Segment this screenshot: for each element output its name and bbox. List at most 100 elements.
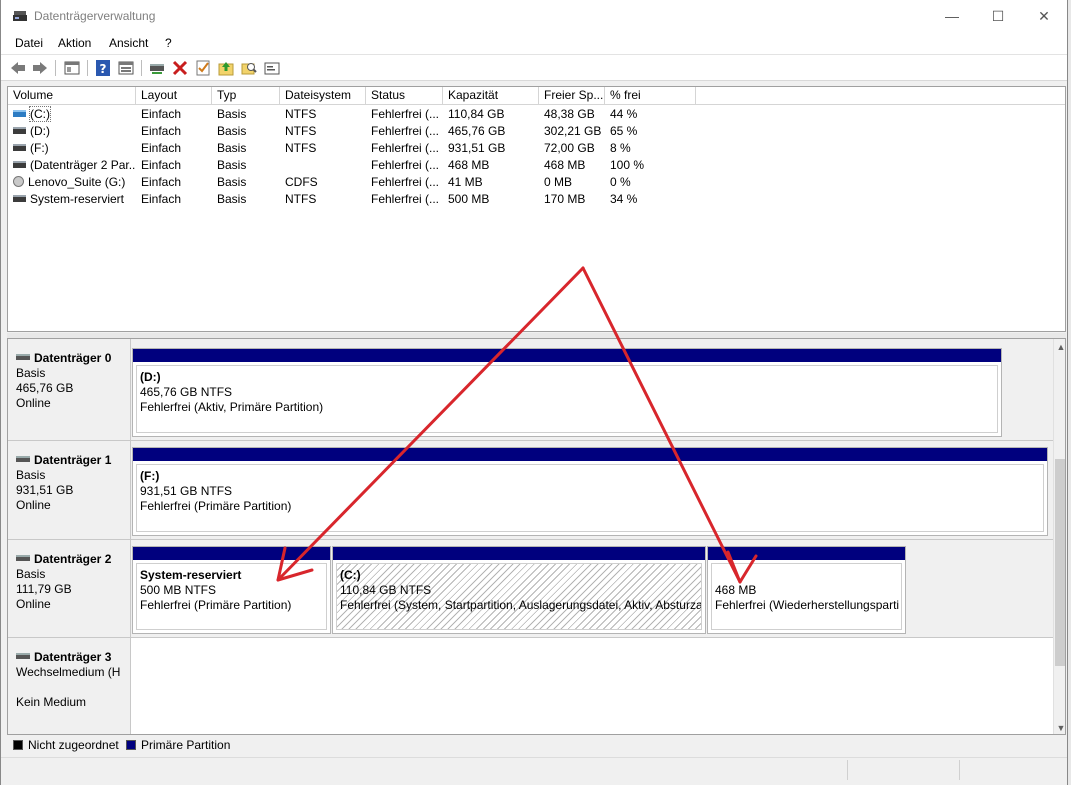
free-space-cell: 72,00 GB xyxy=(544,141,595,155)
layout-cell: Einfach xyxy=(141,158,182,172)
disk-type: Wechselmedium (H xyxy=(16,665,121,679)
back-icon[interactable] xyxy=(9,59,27,77)
capacity-cell: 468 MB xyxy=(448,158,490,172)
disk-2-label[interactable]: Datenträger 2 Basis 111,79 GB Online xyxy=(8,540,131,638)
partition-status: Fehlerfrei (Primäre Partition) xyxy=(140,499,292,513)
legend-unallocated-label: Nicht zugeordnet xyxy=(28,738,119,752)
column-header-prozent-frei[interactable]: % frei xyxy=(605,87,696,105)
table-row[interactable]: (Datenträger 2 Par... Einfach Basis Fehl… xyxy=(8,157,1065,174)
partition-status: Fehlerfrei (Primäre Partition) xyxy=(140,598,292,612)
menu-help[interactable]: ? xyxy=(165,36,172,50)
partition-status: Fehlerfrei (Wiederherstellungsparti xyxy=(715,598,900,612)
primary-volume-icon xyxy=(13,110,26,117)
volume-name: (D:) xyxy=(30,124,50,138)
partition-name: (D:) xyxy=(140,370,161,384)
free-space-cell: 302,21 GB xyxy=(544,124,602,138)
status-cell: Fehlerfrei (... xyxy=(371,141,440,155)
partition-d[interactable]: (D:) 465,76 GB NTFS Fehlerfrei (Aktiv, P… xyxy=(132,348,1002,437)
legend-primary-label: Primäre Partition xyxy=(141,738,231,752)
scrollbar-thumb[interactable] xyxy=(1055,459,1065,666)
disk-size: 931,51 GB xyxy=(16,483,74,497)
capacity-cell: 931,51 GB xyxy=(448,141,506,155)
vertical-scrollbar[interactable]: ▲ ▼ xyxy=(1053,339,1065,734)
properties-icon[interactable] xyxy=(117,59,135,77)
filesystem-cell: NTFS xyxy=(285,107,317,121)
status-cell: Fehlerfrei (... xyxy=(371,124,440,138)
volume-name: (F:) xyxy=(30,141,49,155)
delete-icon[interactable] xyxy=(171,59,189,77)
primary-partition-bar xyxy=(708,547,905,560)
primary-partition-bar xyxy=(333,547,705,560)
column-header-freier-speicher[interactable]: Freier Sp... xyxy=(539,87,605,105)
column-header-filler xyxy=(696,87,1065,105)
partition-recovery[interactable]: 468 MB Fehlerfrei (Wiederherstellungspar… xyxy=(707,546,906,634)
cd-drive-icon xyxy=(13,176,24,187)
table-row[interactable]: (D:) Einfach Basis NTFS Fehlerfrei (... … xyxy=(8,123,1065,140)
connect-icon[interactable] xyxy=(148,59,166,77)
status-segment xyxy=(959,760,960,780)
partition-size: 931,51 GB NTFS xyxy=(140,484,233,498)
scroll-up-icon[interactable]: ▲ xyxy=(1054,340,1065,354)
layout-cell: Einfach xyxy=(141,141,182,155)
disk-name: Datenträger 3 xyxy=(34,650,112,664)
disk-type: Basis xyxy=(16,567,46,581)
menu-datei[interactable]: Datei xyxy=(15,36,43,50)
disk-management-app-icon xyxy=(13,11,27,21)
status-cell: Fehlerfrei (... xyxy=(371,192,440,206)
percent-free-cell: 0 % xyxy=(610,175,631,189)
minimize-button[interactable]: — xyxy=(937,6,967,28)
forward-icon[interactable] xyxy=(31,59,49,77)
layout-cell: Einfach xyxy=(141,192,182,206)
toolbar-separator xyxy=(55,60,56,76)
disk-state: Online xyxy=(16,396,51,410)
disk-1-label[interactable]: Datenträger 1 Basis 931,51 GB Online xyxy=(8,441,131,540)
partition-name: (C:) xyxy=(340,568,361,582)
menu-aktion[interactable]: Aktion xyxy=(58,36,91,50)
column-header-typ[interactable]: Typ xyxy=(212,87,280,105)
menu-ansicht[interactable]: Ansicht xyxy=(109,36,148,50)
capacity-cell: 41 MB xyxy=(448,175,483,189)
console-icon[interactable] xyxy=(63,59,81,77)
check-icon[interactable] xyxy=(194,59,212,77)
table-row[interactable]: Lenovo_Suite (G:) Einfach Basis CDFS Feh… xyxy=(8,174,1065,191)
partition-f[interactable]: (F:) 931,51 GB NTFS Fehlerfrei (Primäre … xyxy=(132,447,1048,536)
partition-system-reserved[interactable]: System-reserviert 500 MB NTFS Fehlerfrei… xyxy=(132,546,331,634)
disk-name: Datenträger 2 xyxy=(34,552,112,566)
partition-size: 110,84 GB NTFS xyxy=(340,583,432,597)
column-header-status[interactable]: Status xyxy=(366,87,443,105)
table-row[interactable]: System-reserviert Einfach Basis NTFS Feh… xyxy=(8,191,1065,208)
capacity-cell: 110,84 GB xyxy=(448,107,505,121)
column-header-dateisystem[interactable]: Dateisystem xyxy=(280,87,366,105)
disk-icon xyxy=(16,456,30,462)
column-header-volume[interactable]: Volume xyxy=(8,87,136,105)
column-header-kapazitaet[interactable]: Kapazität xyxy=(443,87,539,105)
disk-0-label[interactable]: Datenträger 0 Basis 465,76 GB Online xyxy=(8,339,131,441)
volume-name: System-reserviert xyxy=(30,192,125,206)
close-button[interactable]: ✕ xyxy=(1029,6,1059,28)
layout-cell: Einfach xyxy=(141,107,182,121)
maximize-button[interactable]: ☐ xyxy=(983,6,1013,28)
disk-3-label[interactable]: Datenträger 3 Wechselmedium (H Kein Medi… xyxy=(8,638,131,734)
partition-size: 468 MB xyxy=(715,583,757,597)
disk-graphical-view: Datenträger 0 Basis 465,76 GB Online (D:… xyxy=(7,338,1066,735)
window-icon[interactable] xyxy=(263,59,281,77)
partition-c[interactable]: (C:) 110,84 GB NTFS Fehlerfrei (System, … xyxy=(332,546,706,634)
filesystem-cell: NTFS xyxy=(285,141,317,155)
help-icon[interactable]: ? xyxy=(94,59,112,77)
search-folder-icon[interactable] xyxy=(240,59,258,77)
status-bar xyxy=(1,757,1067,781)
percent-free-cell: 100 % xyxy=(610,158,645,172)
scroll-down-icon[interactable]: ▼ xyxy=(1054,721,1065,734)
capacity-cell: 465,76 GB xyxy=(448,124,506,138)
toolbar-separator xyxy=(141,60,142,76)
typ-cell: Basis xyxy=(217,192,247,206)
removable-disk-icon xyxy=(16,653,30,659)
disk-icon xyxy=(16,354,30,360)
partition-size: 465,76 GB NTFS xyxy=(140,385,233,399)
free-space-cell: 468 MB xyxy=(544,158,586,172)
folder-up-icon[interactable] xyxy=(217,59,235,77)
table-row[interactable]: (F:) Einfach Basis NTFS Fehlerfrei (... … xyxy=(8,140,1065,157)
column-header-layout[interactable]: Layout xyxy=(136,87,212,105)
table-row[interactable]: (C:) Einfach Basis NTFS Fehlerfrei (... … xyxy=(8,106,1065,123)
window-title: Datenträgerverwaltung xyxy=(34,9,156,23)
